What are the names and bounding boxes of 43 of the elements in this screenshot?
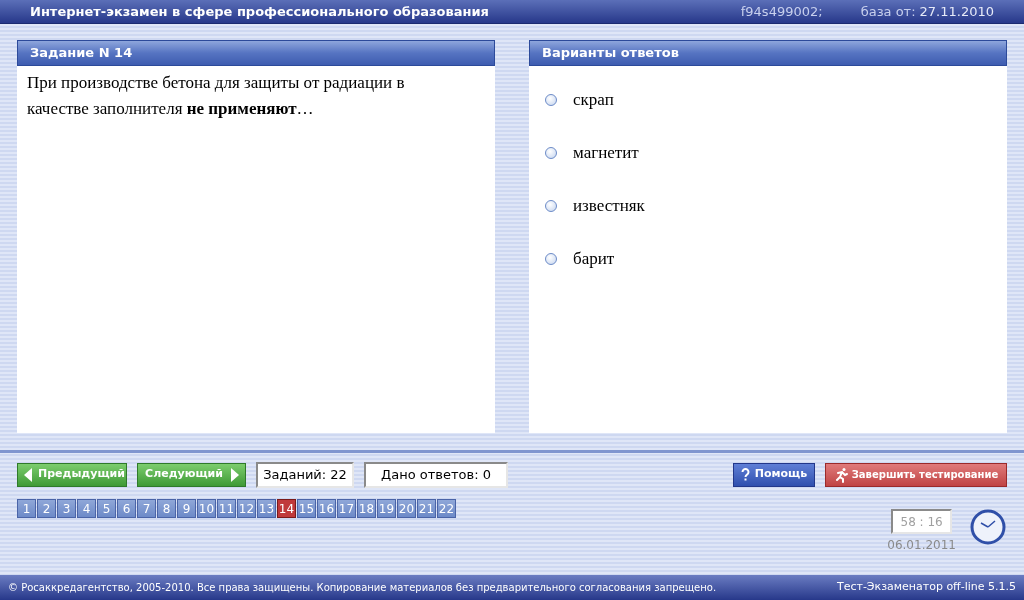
copyright-text: © Росаккредагентство, 2005-2010. Все права защищены. Копирование материалов без предварительного согласования запрещено. bbox=[8, 581, 717, 595]
page-number[interactable]: 20 bbox=[397, 499, 416, 518]
page-number[interactable]: 16 bbox=[317, 499, 336, 518]
version-text: Тест-Экзаменатор off-line 5.1.5 bbox=[836, 579, 1016, 596]
page-number[interactable]: 12 bbox=[237, 499, 256, 518]
answer-option[interactable]: известняк bbox=[545, 194, 1007, 218]
page-number[interactable]: 22 bbox=[437, 499, 456, 518]
answered-count: Дано ответов: 0 bbox=[364, 461, 508, 488]
page-number[interactable]: 4 bbox=[77, 499, 96, 518]
page-number[interactable]: 7 bbox=[137, 499, 156, 518]
finish-button[interactable]: Завершить тестирование bbox=[825, 462, 1007, 487]
panel-title: Варианты ответов bbox=[529, 40, 1007, 66]
help-button[interactable]: Помощь bbox=[733, 462, 815, 487]
base-date: 27.11.2010 bbox=[919, 2, 994, 21]
previous-button[interactable]: Предыдущий bbox=[17, 462, 127, 487]
timer-display: 58 : 16 bbox=[891, 509, 953, 534]
page-number[interactable]: 15 bbox=[297, 499, 316, 518]
page-number[interactable]: 8 bbox=[157, 499, 176, 518]
page-number[interactable]: 1 bbox=[17, 499, 36, 518]
page-number[interactable]: 13 bbox=[257, 499, 276, 518]
next-button[interactable]: Следующий bbox=[137, 462, 246, 487]
base-date-label: база от: bbox=[860, 2, 916, 21]
panel-title: Задание N 14 bbox=[17, 40, 495, 66]
window-title: Интернет-экзамен в сфере профессионального образования bbox=[30, 2, 489, 21]
page-number[interactable]: 18 bbox=[357, 499, 376, 518]
page-number[interactable]: 9 bbox=[177, 499, 196, 518]
page-number[interactable]: 19 bbox=[377, 499, 396, 518]
answer-option[interactable]: магнетит bbox=[545, 141, 1007, 165]
page-number[interactable]: 14 bbox=[277, 499, 296, 518]
page-number[interactable]: 21 bbox=[417, 499, 436, 518]
answer-option[interactable]: скрап bbox=[545, 88, 1007, 112]
page-number[interactable]: 6 bbox=[117, 499, 136, 518]
page-number[interactable]: 2 bbox=[37, 499, 56, 518]
page-number[interactable]: 3 bbox=[57, 499, 76, 518]
page-number[interactable]: 17 bbox=[337, 499, 356, 518]
session-code: f94s499002; bbox=[740, 2, 823, 21]
page-number[interactable]: 5 bbox=[97, 499, 116, 518]
tasks-count: Заданий: 22 bbox=[256, 461, 354, 488]
page-number[interactable]: 10 bbox=[197, 499, 216, 518]
current-date: 06.01.2011 bbox=[887, 537, 956, 554]
answer-option[interactable]: барит bbox=[545, 247, 1007, 271]
question-text: При производстве бетона для защиты от радиации в качестве заполнителя не применяют… bbox=[27, 72, 406, 120]
page-number[interactable]: 11 bbox=[217, 499, 236, 518]
